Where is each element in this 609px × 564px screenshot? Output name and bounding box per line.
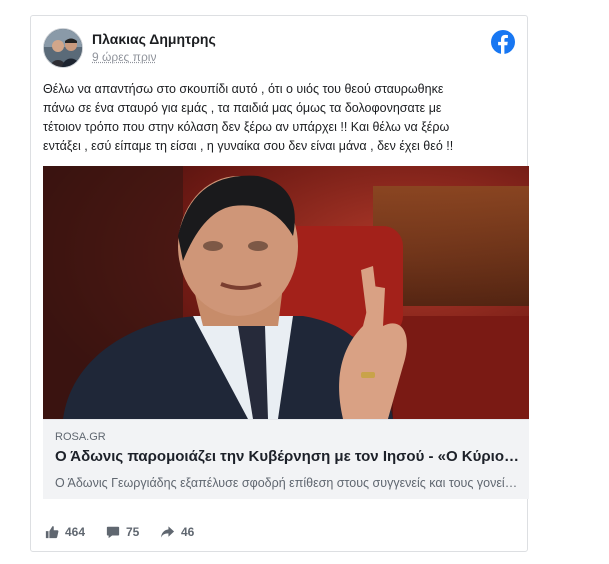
link-domain: ROSA.GR — [55, 431, 106, 443]
post-text-line: πάνω σε ένα σταυρό για εμάς , τα παιδιά … — [43, 101, 442, 115]
link-description: Ο Άδωνις Γεωργιάδης εξαπέλυσε σφοδρή επί… — [55, 476, 521, 490]
link-preview-box[interactable]: ROSA.GR Ο Άδωνις παρομοιάζει την Κυβέρνη… — [43, 419, 529, 499]
politician-photo — [43, 166, 529, 419]
post-text-line: εντάξει , εσύ είπαμε τη είσαι , η γυναίκ… — [43, 139, 454, 153]
post-header: Πλακιας Δημητρης 9 ώρες πριν — [43, 28, 515, 68]
like-count[interactable]: 464 — [45, 523, 85, 541]
author-name[interactable]: Πλακιας Δημητρης — [92, 31, 216, 47]
share-count-value: 46 — [181, 525, 195, 539]
post-timestamp[interactable]: 9 ώρες πριν — [92, 50, 156, 64]
like-count-value: 464 — [65, 525, 86, 539]
facebook-icon[interactable] — [491, 30, 515, 54]
post-message: Θέλω να απαντήσω στο σκουπίδι αυτό , ότι… — [43, 80, 517, 156]
post-stats-bar: 464 75 46 — [43, 521, 513, 545]
post-text-line: Θέλω να απαντήσω στο σκουπίδι αυτό , ότι… — [43, 82, 444, 96]
post-text-line: τέτοιον τρόπο που στην κόλαση δεν ξέρω α… — [43, 120, 450, 134]
comment-icon — [106, 526, 120, 539]
avatar-photo — [44, 29, 82, 67]
link-title[interactable]: Ο Άδωνις παρομοιάζει την Κυβέρνηση με το… — [55, 448, 521, 465]
comment-count[interactable]: 75 — [106, 523, 139, 541]
comment-count-value: 75 — [126, 525, 140, 539]
thumbs-up-icon — [45, 526, 59, 539]
share-count[interactable]: 46 — [160, 523, 194, 541]
share-icon — [160, 526, 175, 538]
link-preview-image[interactable] — [43, 166, 529, 419]
facebook-post-card: Πλακιας Δημητρης 9 ώρες πριν Θέλω να απα… — [30, 15, 529, 552]
author-avatar[interactable] — [43, 28, 83, 68]
